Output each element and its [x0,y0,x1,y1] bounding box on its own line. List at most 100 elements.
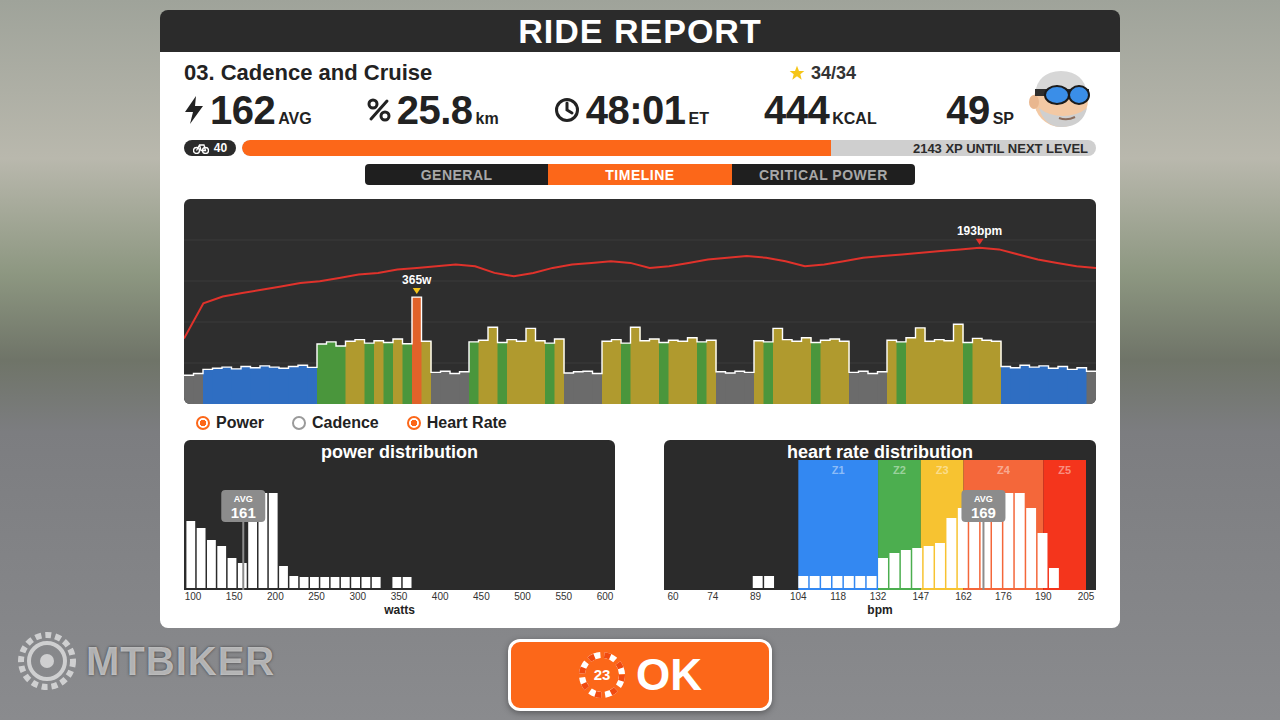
histogram-bar [197,528,206,588]
power-bar [1001,367,1011,404]
tab[interactable]: CRITICAL POWER [732,164,915,185]
heart-rate-peak-marker [976,239,984,245]
stat-value: 162 [210,88,275,132]
bike-icon [193,143,209,154]
histogram-bar [821,576,831,588]
power-bar [403,344,413,404]
power-bar [745,372,755,404]
heart-rate-zone: Z4 [964,460,1044,590]
histogram-bar [310,577,319,588]
stat-item: 444KCAL [764,88,877,132]
histogram-bar [833,576,843,588]
power-bar [982,340,992,404]
power-bar [830,339,840,404]
power-bar [526,328,536,404]
power-bar [194,374,204,404]
power-bar [422,341,432,404]
axis-tick: 89 [750,591,762,602]
panel-body: 03. Cadence and Cruise34/34162AVG25.8km4… [160,52,1120,628]
histogram-bar [764,576,774,588]
histogram-bar [320,577,329,588]
avatar-icon [1025,62,1095,132]
stat-unit: KCAL [832,110,876,128]
power-bar [707,340,717,404]
legend-item[interactable]: Power [196,414,264,432]
ok-button[interactable]: 23OK [508,639,772,711]
power-bar [897,342,907,404]
power-bar [1030,367,1040,404]
legend-label: Heart Rate [427,414,507,432]
power-distribution-chart: power distributionAVG161 [184,440,615,590]
legend-item[interactable]: Cadence [292,414,379,432]
histogram-bar [186,521,195,588]
histogram-bar [673,588,683,589]
axis-tick: 450 [473,591,490,602]
power-bar [384,343,394,405]
power-bar [992,341,1002,404]
stat-value: 444 [764,88,829,132]
power-bar [792,341,802,404]
axis-tick: 60 [667,591,679,602]
svg-text:169: 169 [971,504,996,521]
power-bar [355,340,365,404]
power-bar [716,372,726,404]
average-marker: AVG169 [961,490,1005,590]
axis-tick: 500 [514,591,531,602]
histogram-bar [946,518,956,588]
histogram-bar [217,546,226,588]
power-bar [697,342,707,404]
svg-text:AVG: AVG [234,494,253,504]
histogram-bar [787,588,797,589]
stat-item: 49SP [946,88,1014,132]
histogram-bar [753,576,763,588]
panel-header: RIDE REPORT [160,10,1120,52]
axis-tick: 550 [555,591,572,602]
histogram-bar [855,576,865,588]
power-bar [1058,367,1068,404]
mtbiker-logo-icon [16,630,78,692]
histogram-bar [1060,588,1070,589]
axis-tick: 350 [391,591,408,602]
power-bar [935,340,945,404]
grid-line [184,240,1096,241]
power-bar [298,365,308,404]
histogram-bar [844,576,854,588]
stat-item: 25.8km [367,88,499,132]
power-bar [802,338,812,404]
power-histogram: AVG161 [184,440,615,590]
axis-tick: 200 [267,591,284,602]
panel-title: RIDE REPORT [518,11,761,51]
legend-item[interactable]: Heart Rate [407,414,507,432]
power-bar [308,367,318,404]
power-bar [346,341,356,404]
heart-rate-zone: Z5 [1043,460,1086,590]
svg-text:Z5: Z5 [1058,464,1071,476]
histogram-bar [331,577,340,588]
histogram-bar [878,558,888,588]
svg-text:23: 23 [594,666,611,683]
xp-text: 2143 XP UNTIL NEXT LEVEL [913,141,1088,156]
legend-radio[interactable] [292,416,306,430]
axis-tick: 162 [955,591,972,602]
xp-progress-bar: 2143 XP UNTIL NEXT LEVEL [242,140,1096,156]
power-bar [612,340,622,404]
power-bar [232,369,242,404]
power-bar [564,373,574,404]
power-bar [944,341,954,404]
histogram-bar [289,576,298,588]
tab[interactable]: GENERAL [365,164,548,185]
legend-radio[interactable] [407,416,421,430]
power-bar [260,366,270,404]
power-bar [469,342,479,404]
legend-label: Power [216,414,264,432]
tab[interactable]: TIMELINE [548,164,731,185]
power-bar [840,341,850,404]
histogram-bar [810,576,820,588]
power-bar [583,371,593,404]
power-bar [859,371,869,404]
histogram-bar [279,566,288,588]
legend-radio[interactable] [196,416,210,430]
power-bar [973,338,983,404]
timeline-chart: 365w193bpm [184,199,1096,404]
power-bar [251,368,261,404]
